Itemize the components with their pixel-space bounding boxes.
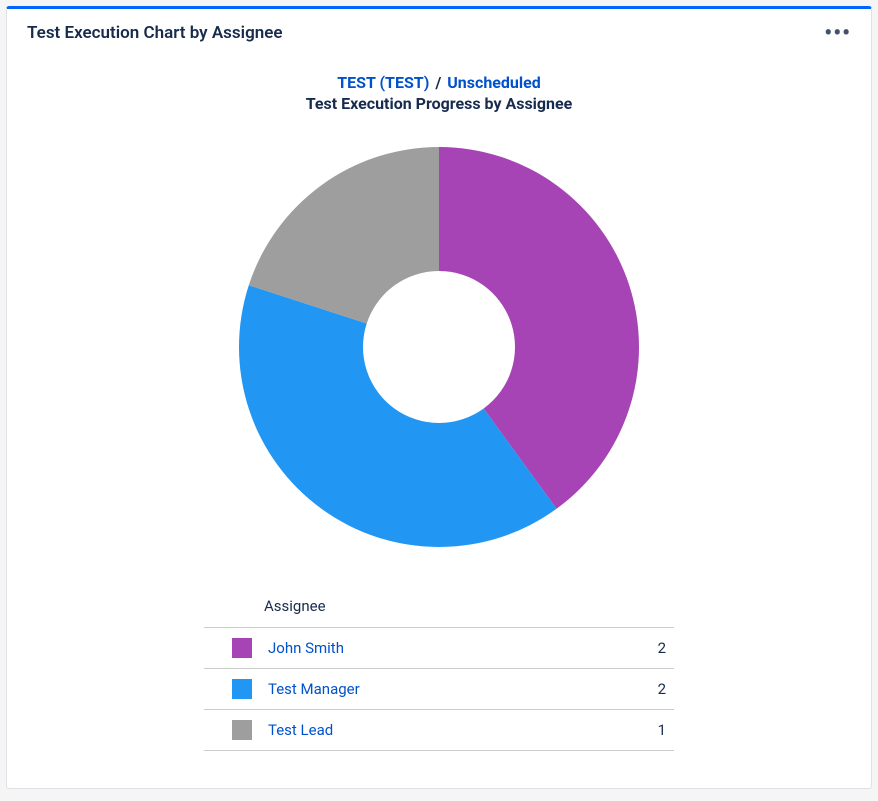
legend-name-link[interactable]: John Smith [268, 639, 344, 657]
chart-subtitle: Test Execution Progress by Assignee [7, 94, 871, 113]
legend-name-cell: Test Lead [260, 710, 614, 751]
legend-value-cell: 2 [614, 669, 674, 710]
chart-card: Test Execution Chart by Assignee ••• TES… [6, 6, 872, 789]
legend-name-link[interactable]: Test Manager [268, 680, 360, 698]
breadcrumb: TEST (TEST) / Unscheduled [7, 73, 871, 92]
breadcrumb-separator: / [435, 73, 441, 92]
legend-table: Assignee John Smith2Test Manager2Test Le… [204, 589, 674, 751]
legend-value-cell: 1 [614, 710, 674, 751]
card-title: Test Execution Chart by Assignee [27, 23, 283, 43]
legend-name-cell: John Smith [260, 628, 614, 669]
legend-value-cell: 2 [614, 628, 674, 669]
donut-chart [7, 141, 871, 553]
legend-row: John Smith 2 [204, 628, 674, 669]
breadcrumb-project-link[interactable]: TEST (TEST) [337, 73, 429, 92]
chart-titles: TEST (TEST) / Unscheduled Test Execution… [7, 73, 871, 113]
legend-row: Test Manager 2 [204, 669, 674, 710]
legend-name-cell: Test Manager [260, 669, 614, 710]
legend-swatch-cell [204, 710, 260, 751]
legend-swatch-cell [204, 628, 260, 669]
legend-column-header: Assignee [204, 589, 674, 628]
legend-swatch [232, 638, 252, 658]
legend-swatch [232, 720, 252, 740]
card-header: Test Execution Chart by Assignee ••• [7, 9, 871, 49]
legend-swatch [232, 679, 252, 699]
breadcrumb-cycle-link[interactable]: Unscheduled [447, 73, 541, 92]
legend-swatch-cell [204, 669, 260, 710]
legend-name-link[interactable]: Test Lead [268, 721, 333, 739]
legend-row: Test Lead 1 [204, 710, 674, 751]
more-icon[interactable]: ••• [824, 24, 851, 43]
